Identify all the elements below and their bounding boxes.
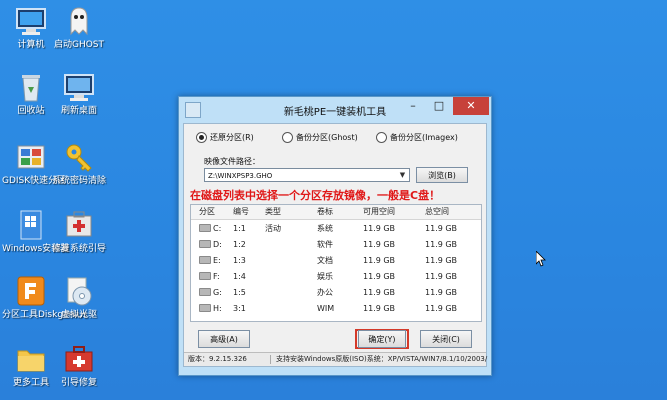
mode-radio-group: 还原分区(R) 备份分区(Ghost) 备份分区(Imagex) <box>196 132 486 146</box>
recycle-bin-icon <box>14 70 48 104</box>
desktop-icon-ghost[interactable]: 启动GHOST <box>50 4 108 51</box>
cell-number: 1:3 <box>233 255 246 265</box>
cell-total: 11.9 GB <box>425 239 458 249</box>
cell-partition: H: <box>191 304 225 313</box>
desktop-icon-password[interactable]: 系统密码清除 <box>50 140 108 187</box>
drive-icon <box>199 304 211 312</box>
installer-window: 新毛桃PE一键装机工具 – □ ✕ 还原分区(R) 备份分区(Ghost) 备份… <box>178 96 492 376</box>
cell-total: 11.9 GB <box>425 255 458 265</box>
radio-backup-ghost[interactable]: 备份分区(Ghost) <box>282 132 358 143</box>
cell-number: 1:2 <box>233 239 246 249</box>
table-row[interactable]: F: 1:4 娱乐 11.9 GB 11.9 GB <box>191 268 481 284</box>
toolbox-icon <box>62 342 96 376</box>
desktop-icon-virtual-drive[interactable]: 虚拟光驱 <box>50 274 108 321</box>
cell-partition: F: <box>191 272 225 281</box>
cell-partition: G: <box>191 288 225 297</box>
cell-partition: C: <box>191 224 225 233</box>
cell-total: 11.9 GB <box>425 223 458 233</box>
drive-icon <box>199 256 211 264</box>
image-path-label: 映像文件路径： <box>204 157 260 166</box>
column-header-number[interactable]: 编号 <box>225 205 257 219</box>
ok-button[interactable]: 确定(Y) <box>358 330 406 348</box>
column-header-type[interactable]: 类型 <box>257 205 309 219</box>
cell-number: 1:5 <box>233 287 246 297</box>
cell-number: 1:4 <box>233 271 246 281</box>
partition-table: 分区 编号 类型 卷标 可用空间 总空间 C: 1:1 活动 系统 11.9 GB 11.… <box>190 204 482 322</box>
cell-type: 活动 <box>265 223 281 233</box>
column-header-partition[interactable]: 分区 <box>191 205 225 219</box>
image-path-combobox[interactable]: Z:\WINXPSP3.GHO <box>204 168 410 182</box>
window-client: 还原分区(R) 备份分区(Ghost) 备份分区(Imagex) 映像文件路径：… <box>183 123 487 367</box>
window-close-button[interactable]: ✕ <box>453 97 489 115</box>
cell-number: 1:1 <box>233 223 246 233</box>
cell-label: WIM <box>317 303 335 313</box>
desktop-icon-boot-fix[interactable]: 引导修复 <box>50 342 108 389</box>
status-separator <box>270 355 271 364</box>
password-key-icon <box>62 140 96 174</box>
radio-dot <box>282 132 293 143</box>
browse-button[interactable]: 浏览(B) <box>416 167 468 183</box>
boot-repair-icon <box>62 208 96 242</box>
table-row[interactable]: E: 1:3 文档 11.9 GB 11.9 GB <box>191 252 481 268</box>
version-text: 版本：9.2.15.326 <box>188 355 247 363</box>
cell-label: 软件 <box>317 239 333 249</box>
cell-total: 11.9 GB <box>425 271 458 281</box>
refresh-desktop-icon <box>62 70 96 104</box>
close-button[interactable]: 关闭(C) <box>420 330 472 348</box>
cell-partition: E: <box>191 256 225 265</box>
cell-label: 系统 <box>317 223 333 233</box>
cell-total: 11.9 GB <box>425 287 458 297</box>
cell-free: 11.9 GB <box>363 287 396 297</box>
ghost-icon <box>62 4 96 38</box>
radio-restore[interactable]: 还原分区(R) <box>196 132 254 143</box>
mouse-cursor-icon <box>535 250 546 271</box>
desktop-icon-refresh[interactable]: 刷新桌面 <box>50 70 108 117</box>
advanced-button[interactable]: 高级(A) <box>198 330 250 348</box>
instruction-annotation: 在磁盘列表中选择一个分区存放镜像，一般是C盘！ <box>190 189 441 202</box>
cell-total: 11.9 GB <box>425 303 458 313</box>
column-header-label[interactable]: 卷标 <box>309 205 355 219</box>
radio-dot <box>196 132 207 143</box>
radio-backup-imagex[interactable]: 备份分区(Imagex) <box>376 132 458 143</box>
window-titlebar[interactable]: 新毛桃PE一键装机工具 – □ ✕ <box>179 97 491 123</box>
table-row[interactable]: C: 1:1 活动 系统 11.9 GB 11.9 GB <box>191 220 481 236</box>
diskgenius-icon <box>14 274 48 308</box>
maximize-button[interactable]: □ <box>427 97 451 115</box>
windows-installer-icon <box>14 208 48 242</box>
radio-dot <box>376 132 387 143</box>
virtual-drive-icon <box>62 274 96 308</box>
cell-free: 11.9 GB <box>363 271 396 281</box>
column-header-free[interactable]: 可用空间 <box>355 205 417 219</box>
drive-icon <box>199 240 211 248</box>
cell-free: 11.9 GB <box>363 303 396 313</box>
gdisk-icon <box>14 140 48 174</box>
table-row[interactable]: H: 3:1 WIM 11.9 GB 11.9 GB <box>191 300 481 316</box>
drive-icon <box>199 272 211 280</box>
drive-icon <box>199 288 211 296</box>
cell-label: 文档 <box>317 255 333 265</box>
drive-icon <box>199 224 211 232</box>
column-header-total[interactable]: 总空间 <box>417 205 479 219</box>
table-header: 分区 编号 类型 卷标 可用空间 总空间 <box>191 205 481 220</box>
support-text: 支持安装Windows原版(ISO)系统：XP/VISTA/WIN7/8.1/1… <box>276 355 488 363</box>
cell-free: 11.9 GB <box>363 223 396 233</box>
minimize-button[interactable]: – <box>401 97 425 115</box>
cell-number: 3:1 <box>233 303 246 313</box>
chevron-down-icon[interactable]: ▼ <box>396 169 409 181</box>
cell-free: 11.9 GB <box>363 239 396 249</box>
folder-icon <box>14 342 48 376</box>
cell-partition: D: <box>191 240 225 249</box>
computer-icon <box>14 4 48 38</box>
cell-free: 11.9 GB <box>363 255 396 265</box>
table-row[interactable]: G: 1:5 办公 11.9 GB 11.9 GB <box>191 284 481 300</box>
cell-label: 娱乐 <box>317 271 333 281</box>
table-row[interactable]: D: 1:2 软件 11.9 GB 11.9 GB <box>191 236 481 252</box>
cell-label: 办公 <box>317 287 333 297</box>
status-bar: 版本：9.2.15.326 支持安装Windows原版(ISO)系统：XP/VI… <box>184 352 488 366</box>
desktop-icon-boot-repair[interactable]: 修复系统引导 <box>50 208 108 255</box>
